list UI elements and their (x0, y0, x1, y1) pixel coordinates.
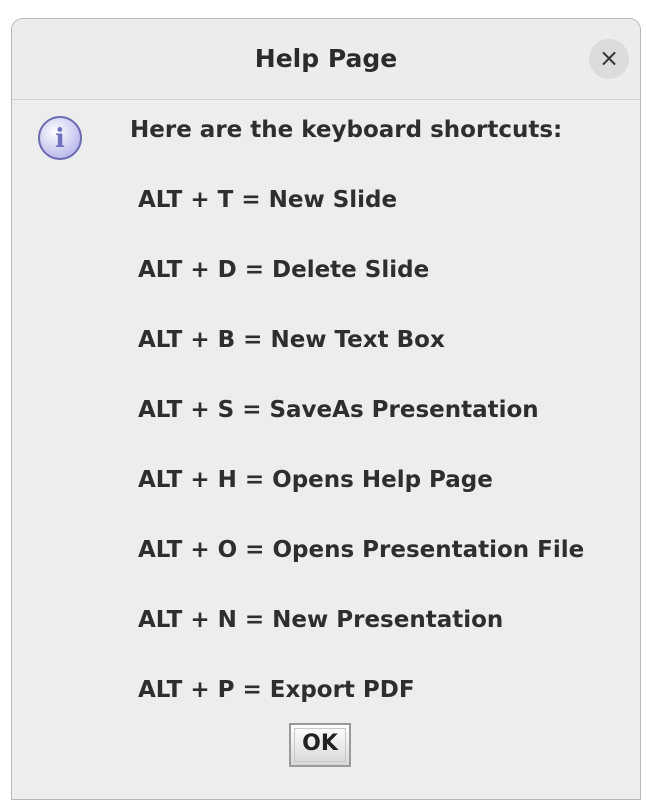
help-dialog: Help Page × i Here are the keyboard shor… (11, 18, 641, 800)
info-icon-glyph: i (55, 124, 65, 154)
shortcut-export-pdf: ALT + P = Export PDF (138, 677, 415, 703)
close-icon: × (598, 44, 620, 72)
shortcut-open-file: ALT + O = Opens Presentation File (138, 537, 585, 563)
close-button[interactable]: × (589, 39, 629, 79)
ok-button[interactable]: OK (289, 723, 351, 767)
shortcut-save-as: ALT + S = SaveAs Presentation (138, 397, 539, 423)
info-icon: i (38, 116, 82, 160)
shortcut-new-slide: ALT + T = New Slide (138, 187, 398, 213)
shortcuts-heading: Here are the keyboard shortcuts: (130, 117, 563, 143)
shortcut-delete-slide: ALT + D = Delete Slide (138, 257, 430, 283)
shortcut-new-text-box: ALT + B = New Text Box (138, 327, 445, 353)
dialog-title: Help Page (254, 44, 398, 73)
shortcut-help-page: ALT + H = Opens Help Page (138, 467, 493, 493)
title-bar[interactable]: Help Page × (12, 19, 640, 100)
ok-button-focus-ring (294, 728, 346, 762)
shortcut-new-presentation: ALT + N = New Presentation (138, 607, 504, 633)
